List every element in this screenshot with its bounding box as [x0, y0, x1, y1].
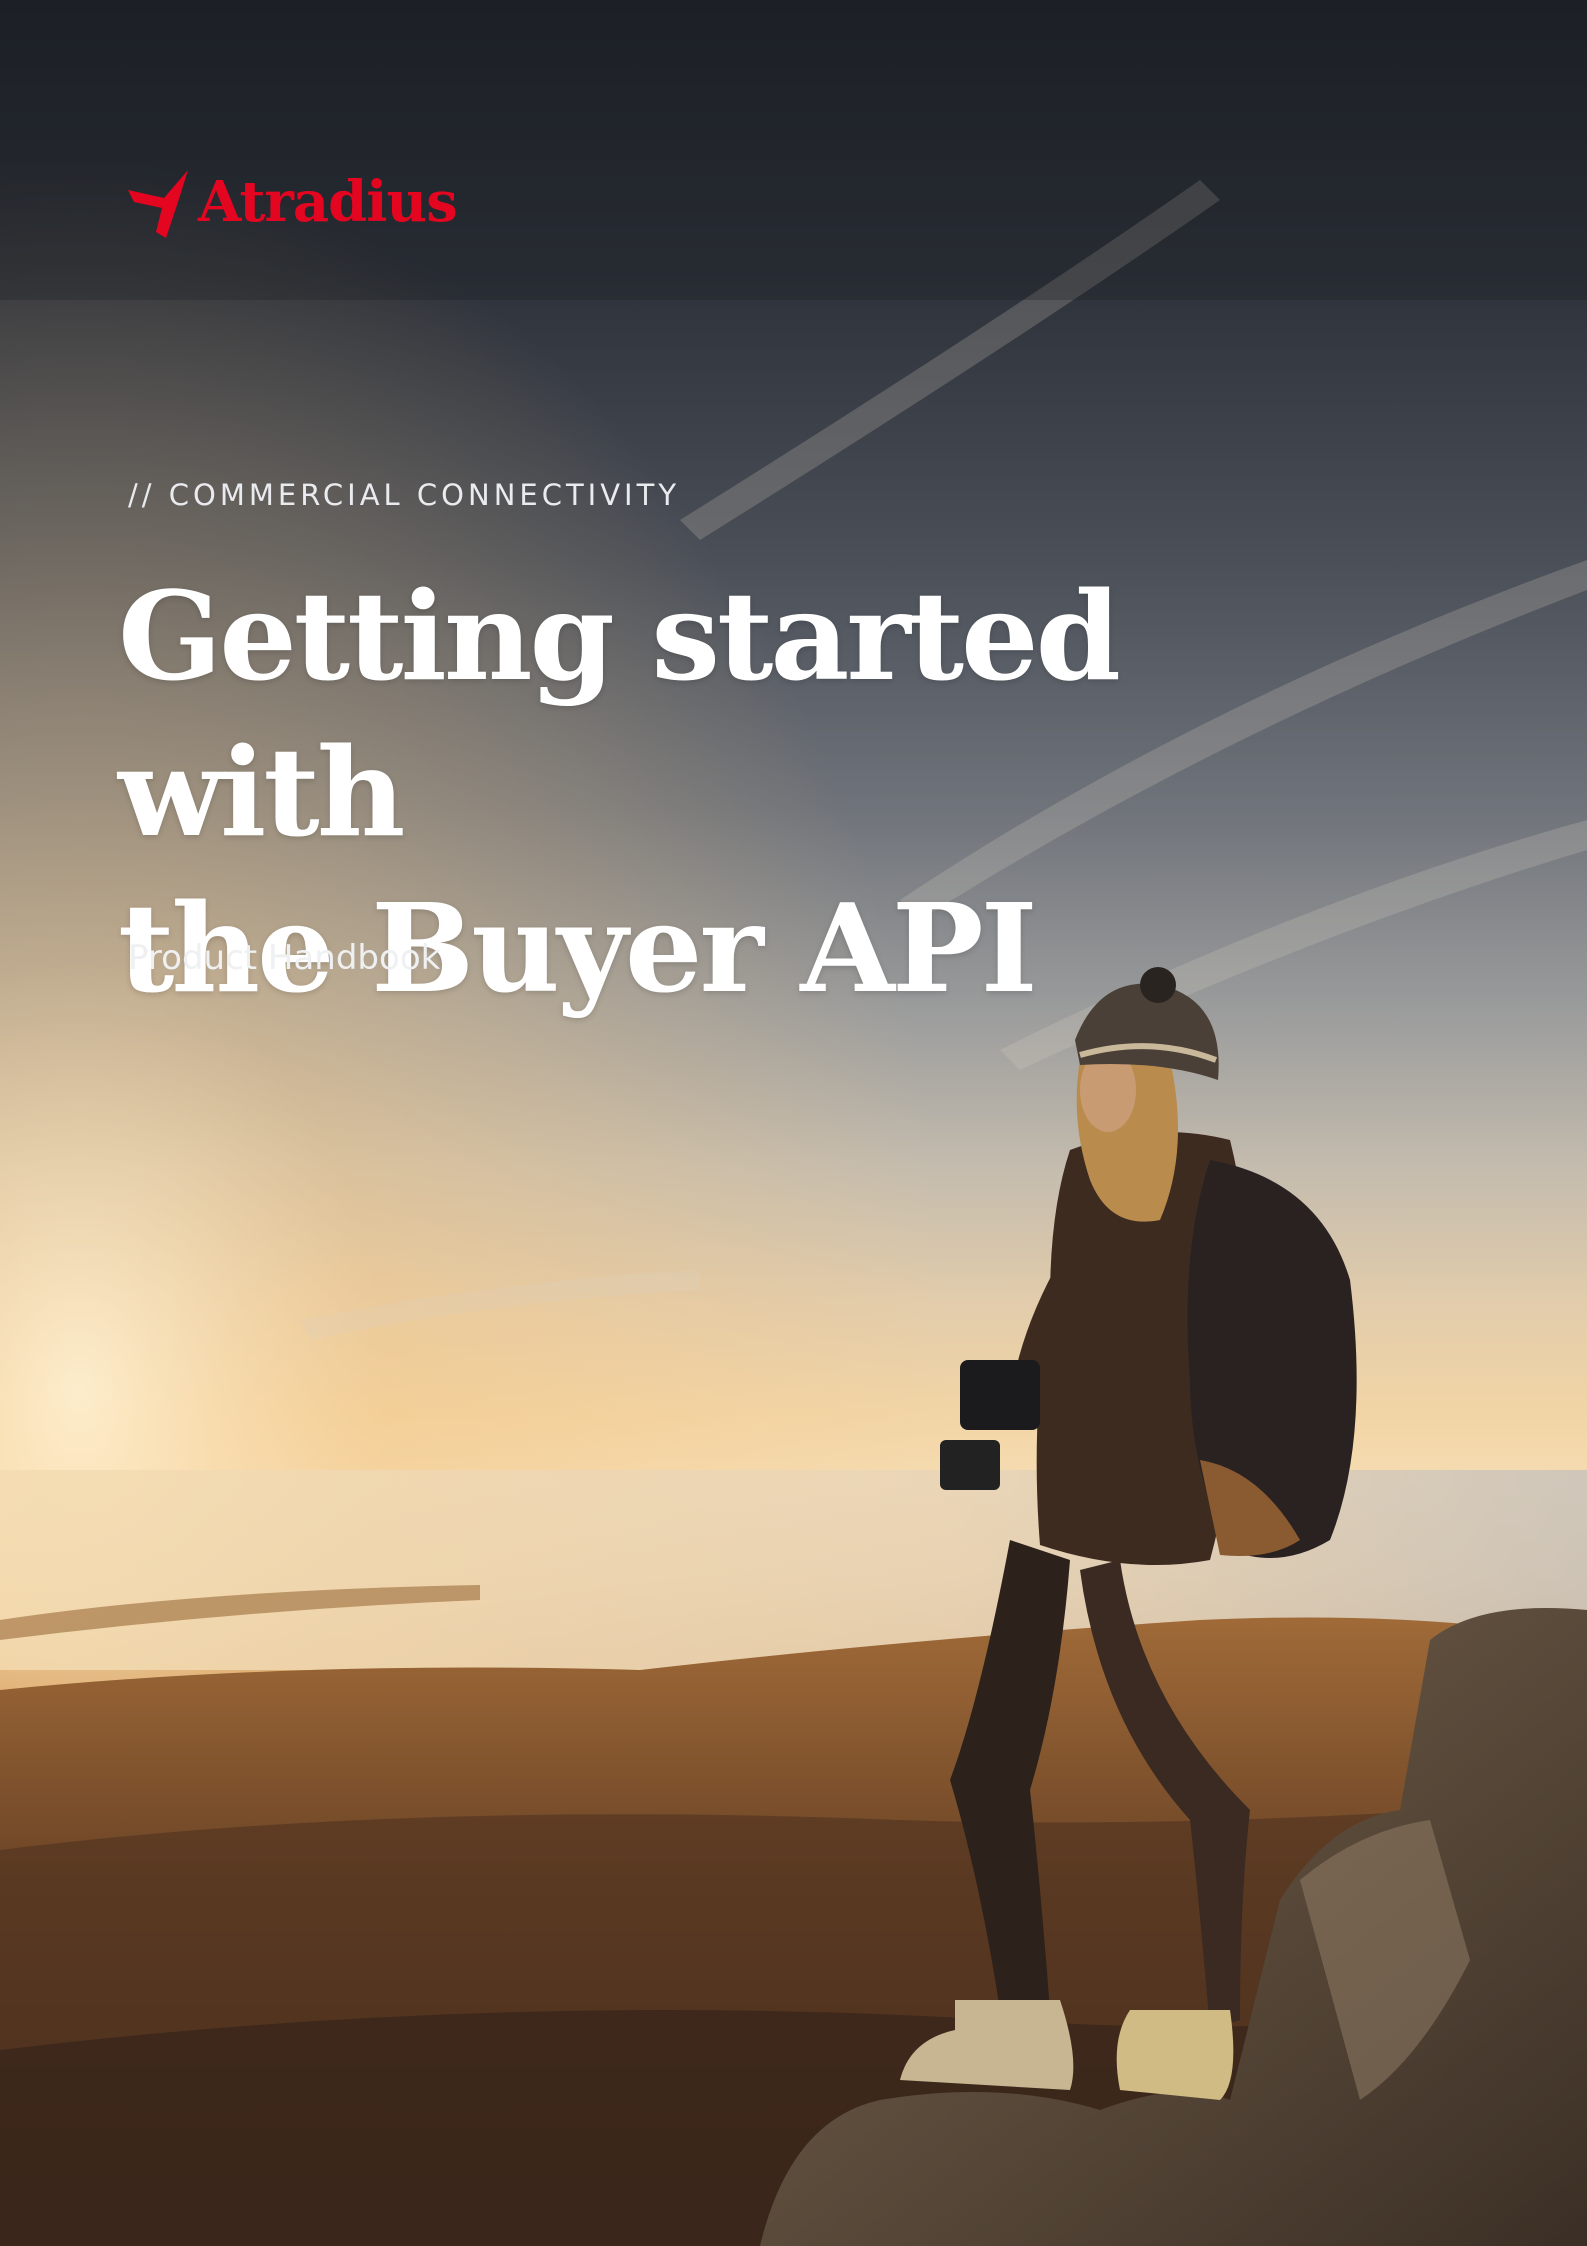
cover-page: Atradius // COMMERCIAL CONNECTIVITY Gett… — [0, 0, 1587, 2246]
atradius-bird-icon — [128, 170, 188, 238]
section-eyebrow: // COMMERCIAL CONNECTIVITY — [128, 478, 681, 512]
title-line-1: Getting started with — [118, 564, 1121, 864]
cover-photo — [0, 0, 1587, 2246]
document-subtitle: Product Handbook — [128, 938, 441, 978]
atradius-logo[interactable]: Atradius — [126, 168, 458, 240]
brand-name: Atradius — [198, 169, 458, 235]
